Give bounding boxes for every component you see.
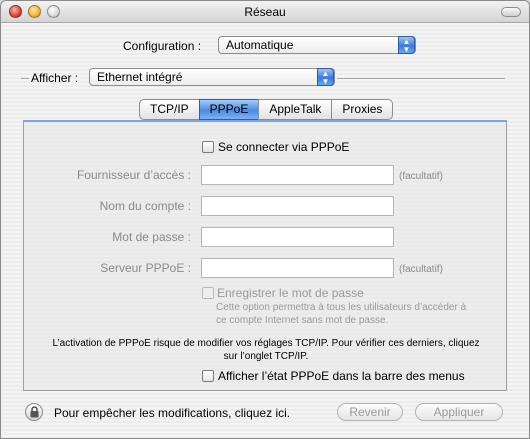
- save-password-label: Enregistrer le mot de passe: [217, 286, 364, 300]
- popup-arrows-icon: ▲ ▼: [317, 68, 334, 86]
- show-value: Ethernet intégré: [97, 70, 183, 84]
- separator: [337, 78, 505, 79]
- network-preferences-window: Réseau Configuration : Automatique ▲ ▼ Af…: [0, 0, 530, 439]
- tab-proxies[interactable]: Proxies: [331, 99, 394, 120]
- separator: [21, 78, 29, 79]
- provider-field[interactable]: [201, 165, 394, 185]
- account-name-label: Nom du compte :: [99, 199, 191, 213]
- pppoe-server-optional-note: (facultatif): [399, 264, 443, 275]
- configuration-popup[interactable]: Automatique ▲ ▼: [218, 36, 416, 54]
- password-field[interactable]: [201, 227, 394, 247]
- configuration-value: Automatique: [226, 38, 294, 52]
- toolbar-toggle-button[interactable]: [501, 7, 521, 17]
- tab-pppoe[interactable]: PPPoE: [198, 99, 260, 120]
- configuration-label: Configuration :: [123, 39, 202, 53]
- tab-bar: TCP/IP PPPoE AppleTalk Proxies: [139, 99, 394, 120]
- menu-status-checkbox[interactable]: [202, 370, 214, 382]
- window-title: Réseau: [244, 5, 286, 19]
- save-password-help-line-2: ce compte Internet sans mot de passe.: [216, 315, 389, 326]
- padlock-icon: [30, 406, 39, 418]
- pppoe-server-label: Serveur PPPoE :: [100, 261, 191, 275]
- save-password-checkbox[interactable]: [202, 287, 214, 299]
- popup-arrows-icon: ▲ ▼: [398, 36, 415, 54]
- save-password-help-line-1: Cette option permettra à tous les utilis…: [216, 302, 467, 313]
- connect-pppoe-label: Se connecter via PPPoE: [218, 140, 350, 154]
- account-name-field[interactable]: [201, 196, 394, 216]
- lock-text: Pour empêcher les modifications, cliquez…: [54, 406, 291, 420]
- menu-status-label: Afficher l’état PPPoE dans la barre des …: [218, 369, 465, 383]
- revert-button[interactable]: Revenir: [337, 403, 403, 421]
- tab-tcpip[interactable]: TCP/IP: [139, 99, 200, 120]
- tcpip-warning-line-1: L’activation de PPPoE risque de modifier…: [52, 338, 480, 349]
- password-label: Mot de passe :: [112, 230, 191, 244]
- tcpip-warning-line-2: sur l’onglet TCP/IP.: [223, 351, 309, 362]
- show-label: Afficher :: [31, 71, 79, 85]
- connect-pppoe-checkbox[interactable]: [202, 141, 214, 153]
- lock-button[interactable]: [25, 403, 43, 421]
- title-bar: Réseau: [1, 1, 529, 23]
- pppoe-server-field[interactable]: [201, 258, 394, 278]
- tab-appletalk[interactable]: AppleTalk: [258, 99, 333, 120]
- provider-optional-note: (facultatif): [399, 171, 443, 182]
- show-popup[interactable]: Ethernet intégré ▲ ▼: [89, 68, 335, 86]
- apply-button[interactable]: Appliquer: [415, 403, 503, 421]
- provider-label: Fournisseur d’accès :: [76, 168, 191, 182]
